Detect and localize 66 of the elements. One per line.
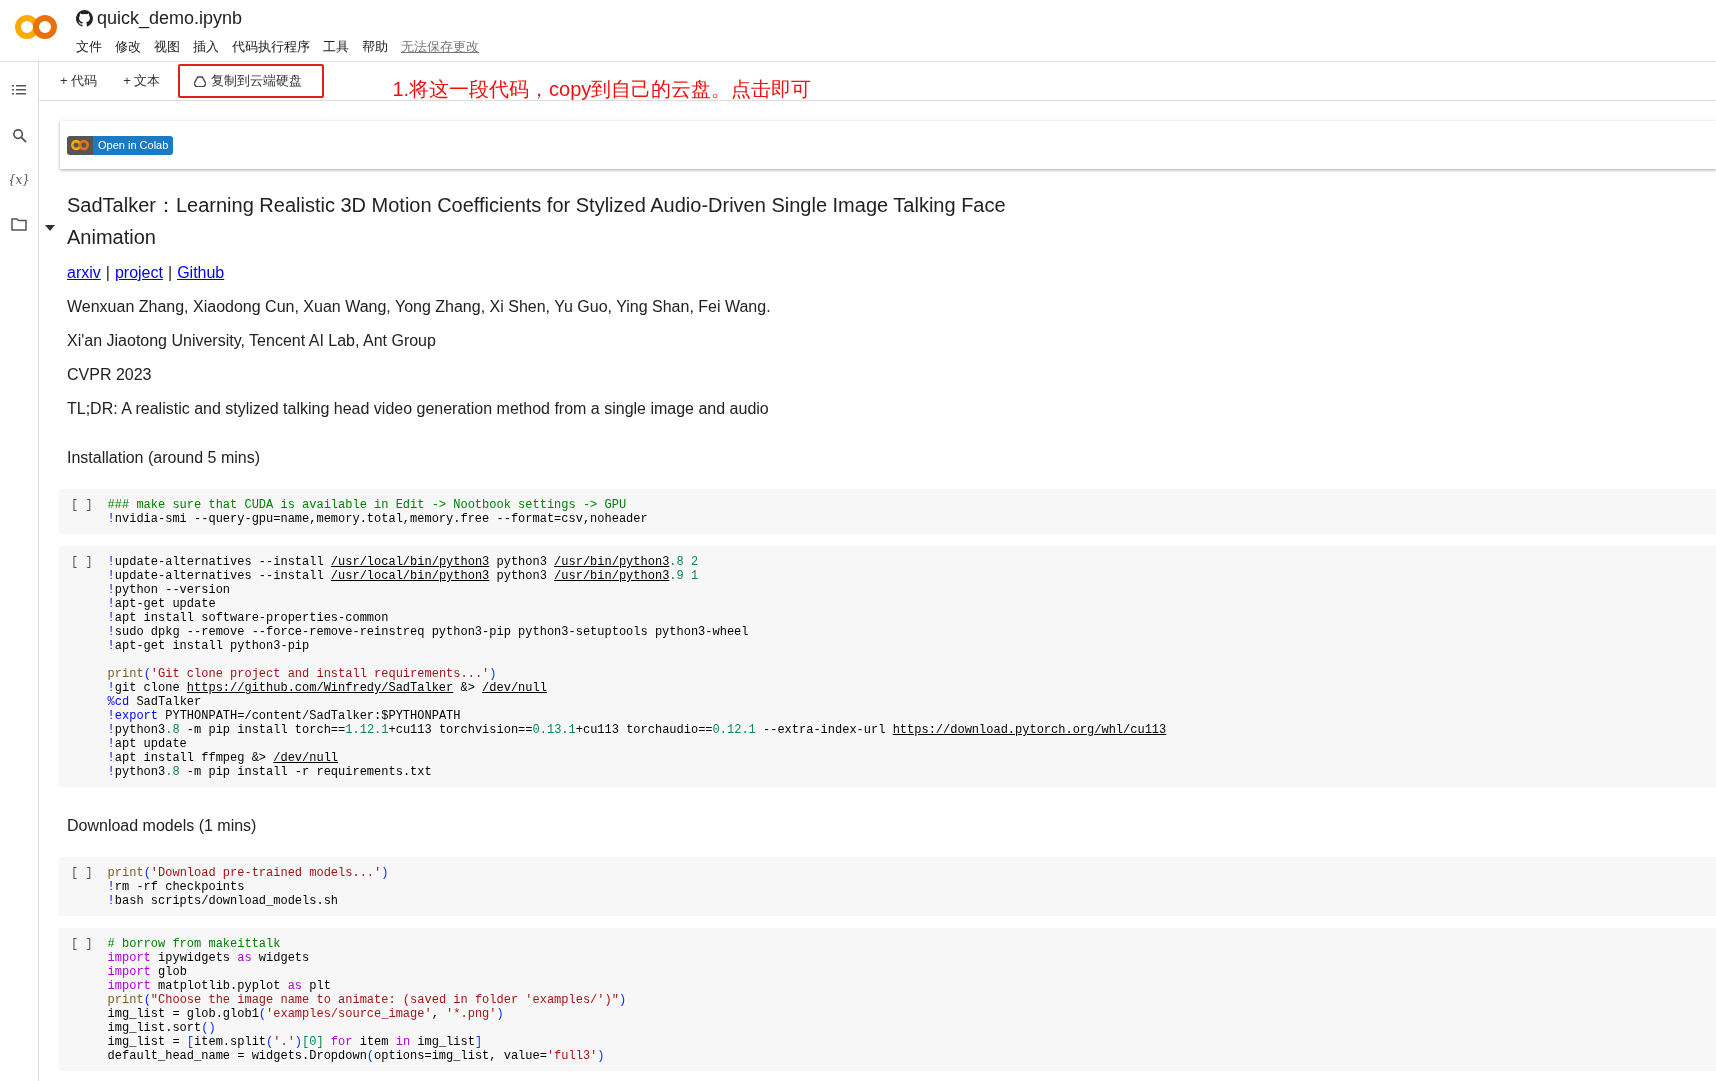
code-line: !apt-get update [107,597,217,611]
code-line: import glob [107,965,188,979]
code-line: !update-alternatives --install /usr/local/bin/python3 python3 /usr/bin/python3.9 1 [107,569,700,583]
file-name[interactable]: quick_demo.ipynb [97,8,243,29]
code-line: default_head_name = widgets.Dropdown(options=img_list, value='full3') [107,1049,606,1063]
collapse-caret-icon[interactable] [45,225,55,231]
run-button[interactable]: [ ] [71,498,93,526]
code-line: !nvidia-smi --query-gpu=name,memory.total,memory.free --format=csv,noheader [107,512,648,526]
code-line: print('Download pre-trained models...') [107,866,389,880]
code-line: !python3.8 -m pip install -r requirements.txt [107,765,433,779]
paragraph: Wenxuan Zhang, Xiaodong Cun, Xuan Wang, Yong Zhang, Xi Shen, Yu Guo, Ying Shan, Fei Wang. [67,297,772,317]
menu-item[interactable]: 代码执行程序 [232,38,310,56]
code-line: !apt update [107,737,188,751]
menu-item[interactable]: 工具 [323,38,349,56]
code-line: !git clone https://github.com/Winfredy/SadTalker &> /dev/null [107,681,548,695]
search-icon[interactable] [11,128,27,143]
code-line: !apt install software-properties-common [107,611,390,625]
paragraph: TL;DR: A realistic and stylized talking head video generation method from a single image and audio [67,399,770,419]
menu-item[interactable]: 修改 [115,38,141,56]
code-line: import matplotlib.pyplot as plt [107,979,332,993]
add-cell-button[interactable]: + 代码 [52,66,106,96]
notebook-title: SadTalker：Learning Realistic 3D Motion Coefficients for Stylized Audio-Driven Single Image Talking Face Animation [67,193,1007,250]
code-line: img_list = [item.split('.')[0] for item in img_list] [107,1035,484,1049]
code-line: img_list.sort() [107,1021,217,1035]
variables-button[interactable]: {x} [7,173,30,187]
section-heading: Download models (1 mins) [67,817,258,835]
save-notice-link[interactable]: 无法保存更改 [401,38,479,56]
folder-icon[interactable] [11,217,27,231]
annotation-text: 1.将这一段代码，copy到自己的云盘。点击即可 [392,76,812,102]
separator-text: | [105,263,110,283]
drive-icon [194,75,207,87]
add-cell-button[interactable]: + 文本 [115,66,169,96]
code-line: !sudo dpkg --remove --force-remove-reinstreq python3-pip python3-setuptools python3-wheel [107,625,750,639]
run-button[interactable]: [ ] [71,555,93,779]
code-line: !update-alternatives --install /usr/local/bin/python3 python3 /usr/bin/python3.8 2 [107,555,700,569]
code-line: !python3.8 -m pip install torch==1.12.1+cu113 torchvision==0.13.1+cu113 torchaudio==0.12.1 --extra-index-url https://download.pytorch.org/whl/cu113 [107,723,1167,737]
menu-item[interactable]: 视图 [154,38,180,56]
menu-item[interactable]: 文件 [76,38,102,56]
separator-text: | [167,263,173,283]
section-heading: Installation (around 5 mins) [67,449,261,467]
colab-logo[interactable] [14,13,58,41]
code-line: !apt install ffmpeg &> /dev/null [107,751,340,765]
code-line: img_list = glob.glob1('examples/source_image', '*.png') [107,1007,505,1021]
github-icon [76,10,93,27]
link[interactable]: project [114,263,163,283]
code-line: !export PYTHONPATH=/content/SadTalker:$PYTHONPATH [107,709,462,723]
code-line: ### make sure that CUDA is available in Edit -> Nootbook settings -> GPU [107,498,628,512]
paragraph: CVPR 2023 [67,365,153,385]
code-line: import ipywidgets as widgets [107,951,311,965]
menu-item[interactable]: 插入 [193,38,219,56]
table-of-contents-icon[interactable] [11,82,27,98]
code-line: !rm -rf checkpoints [107,880,246,894]
link[interactable]: Github [177,263,225,283]
code-line: !python --version [107,583,232,597]
run-button[interactable]: [ ] [71,937,93,1063]
code-line: # borrow from makeittalk [107,937,282,951]
code-line: print('Git clone project and install requirements...') [107,667,498,681]
code-line: !apt-get install python3-pip [107,639,311,653]
menu-item[interactable]: 帮助 [362,38,388,56]
code-line: !bash scripts/download_models.sh [107,894,340,908]
copy-to-drive-button[interactable]: 复制到云端硬盘 [178,64,325,98]
code-line: %cd SadTalker [107,695,203,709]
code-line: print("Choose the image name to animate: (saved in folder 'examples/')") [107,993,627,1007]
run-button[interactable]: [ ] [71,866,93,908]
paragraph: Xi'an Jiaotong University, Tencent AI Lab, Ant Group [67,331,437,351]
link[interactable]: arxiv [67,263,101,283]
